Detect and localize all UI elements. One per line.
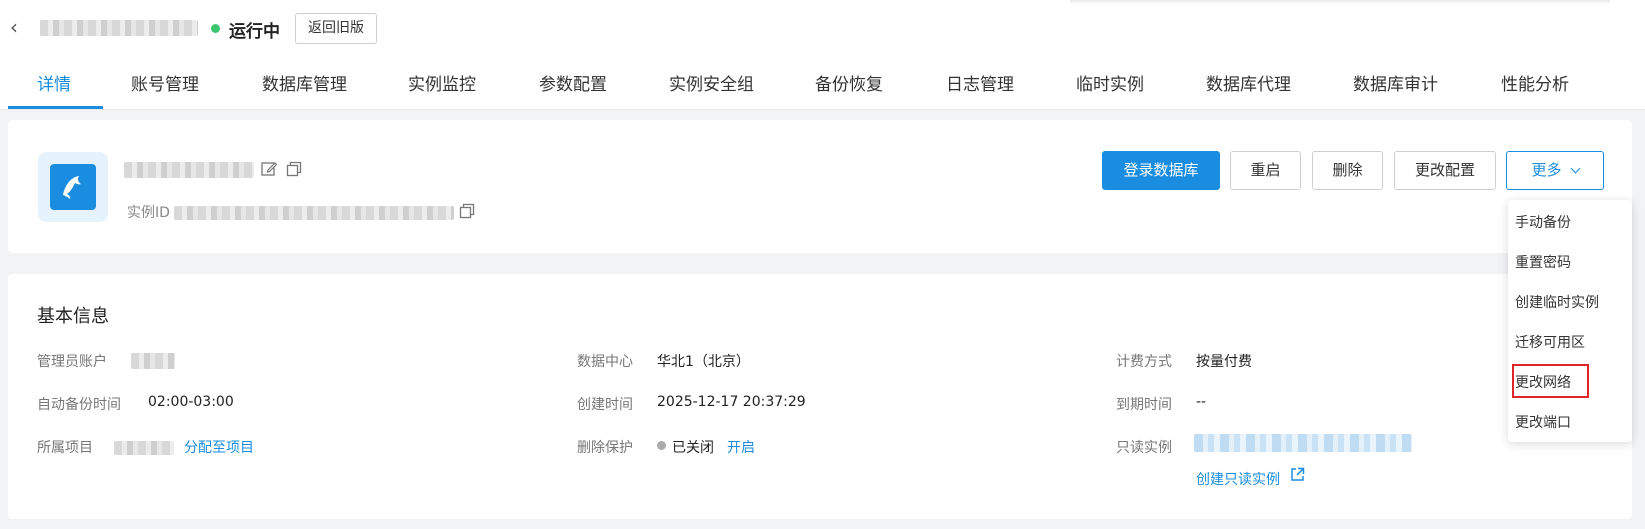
edit-icon[interactable] [260,160,278,178]
readonly-label: 只读实例 [1116,440,1172,456]
chevron-down-icon [1570,163,1580,174]
restart-button[interactable]: 重启 [1230,151,1301,190]
assign-project-link[interactable]: 分配至项目 [184,437,254,457]
expire-value: -- [1196,394,1207,410]
expire-label: 到期时间 [1116,397,1172,413]
more-button-label: 更多 [1531,161,1562,179]
tab-database-proxy[interactable]: 数据库代理 [1206,70,1291,95]
billing-value: 按量付费 [1196,354,1252,370]
menu-item-reset-password[interactable]: 重置密码 [1515,252,1571,272]
basic-info-card [8,274,1632,519]
tab-temp-instance[interactable]: 临时实例 [1076,70,1144,95]
tab-parameter-config[interactable]: 参数配置 [539,70,607,95]
login-database-button[interactable]: 登录数据库 [1102,151,1220,190]
status-dot-icon [211,24,220,33]
tab-security-group[interactable]: 实例安全组 [669,70,754,95]
menu-item-change-port[interactable]: 更改端口 [1515,412,1571,432]
auto-backup-value: 02:00-03:00 [148,394,234,410]
menu-item-migrate-zone[interactable]: 迁移可用区 [1515,332,1585,352]
instance-card [8,120,1632,253]
datacenter-label: 数据中心 [577,354,633,370]
tab-account-management[interactable]: 账号管理 [131,70,199,95]
tab-backup-restore[interactable]: 备份恢复 [815,70,883,95]
auto-backup-label: 自动备份时间 [37,397,121,413]
status-text: 运行中 [229,22,280,42]
external-link-icon[interactable] [1289,466,1306,483]
admin-account-label: 管理员账户 [37,354,107,370]
change-config-button[interactable]: 更改配置 [1394,151,1496,190]
highlight-box [1512,364,1589,398]
create-time-label: 创建时间 [577,397,633,413]
copy-icon[interactable] [285,160,303,178]
top-shadow [1070,0,1610,4]
delete-protect-value: 已关闭 [672,440,714,456]
copy-id-icon[interactable] [458,202,476,220]
create-readonly-link[interactable]: 创建只读实例 [1196,469,1280,489]
more-dropdown-menu [1508,200,1632,442]
delete-button[interactable]: 删除 [1312,151,1383,190]
active-tab-underline [8,106,103,109]
menu-item-manual-backup[interactable]: 手动备份 [1515,212,1571,232]
tab-details[interactable]: 详情 [37,70,71,95]
status-dot-grey-icon [657,441,666,450]
delete-protect-label: 删除保护 [577,440,633,456]
section-title: 基本信息 [37,306,109,327]
datacenter-value: 华北1（北京） [657,354,750,370]
project-label: 所属项目 [37,440,93,456]
project-redacted [114,441,174,455]
enable-protect-link[interactable]: 开启 [727,437,755,457]
back-chevron-icon[interactable]: ‹ [4,14,24,40]
more-button[interactable]: 更多 [1506,151,1604,190]
instance-name-redacted [40,20,198,36]
tab-performance-analysis[interactable]: 性能分析 [1501,70,1569,95]
mysql-logo [38,152,108,222]
menu-item-create-temp-instance[interactable]: 创建临时实例 [1515,292,1599,312]
create-time-value: 2025-12-17 20:37:29 [657,394,806,410]
return-old-version-button[interactable]: 返回旧版 [295,13,377,44]
tab-database-audit[interactable]: 数据库审计 [1353,70,1438,95]
tab-instance-monitoring[interactable]: 实例监控 [408,70,476,95]
billing-label: 计费方式 [1116,354,1172,370]
admin-account-redacted [131,353,175,369]
instance-name-redacted-2 [124,162,254,178]
dolphin-icon [63,176,81,199]
readonly-instances-redacted[interactable] [1194,434,1412,452]
instance-id-label: 实例ID [127,205,170,221]
tab-log-management[interactable]: 日志管理 [946,70,1014,95]
tab-database-management[interactable]: 数据库管理 [262,70,347,95]
instance-id-redacted [174,206,454,220]
